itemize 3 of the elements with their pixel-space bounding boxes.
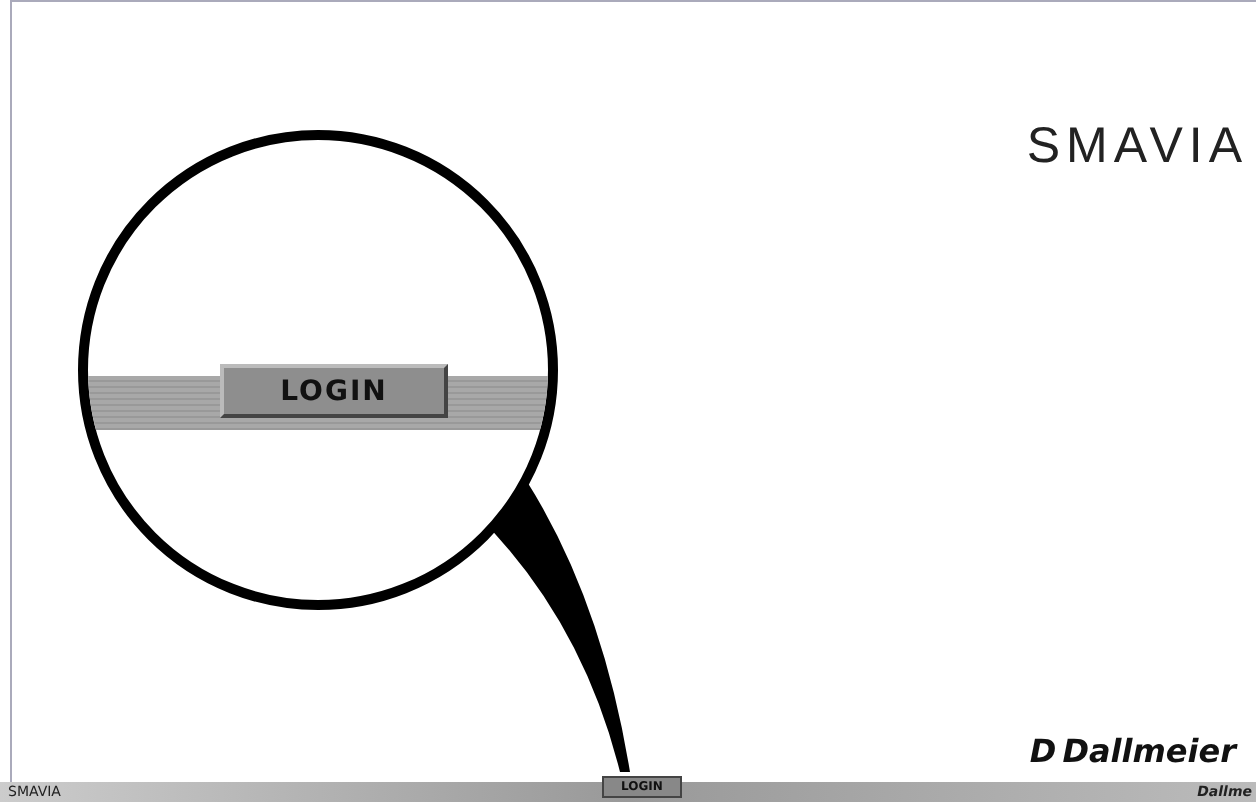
login-button[interactable]: LOGIN xyxy=(220,364,448,418)
dallmeier-logo: D Dallmeier xyxy=(1029,732,1236,770)
smavia-logo: SMAVIA xyxy=(1026,118,1248,176)
